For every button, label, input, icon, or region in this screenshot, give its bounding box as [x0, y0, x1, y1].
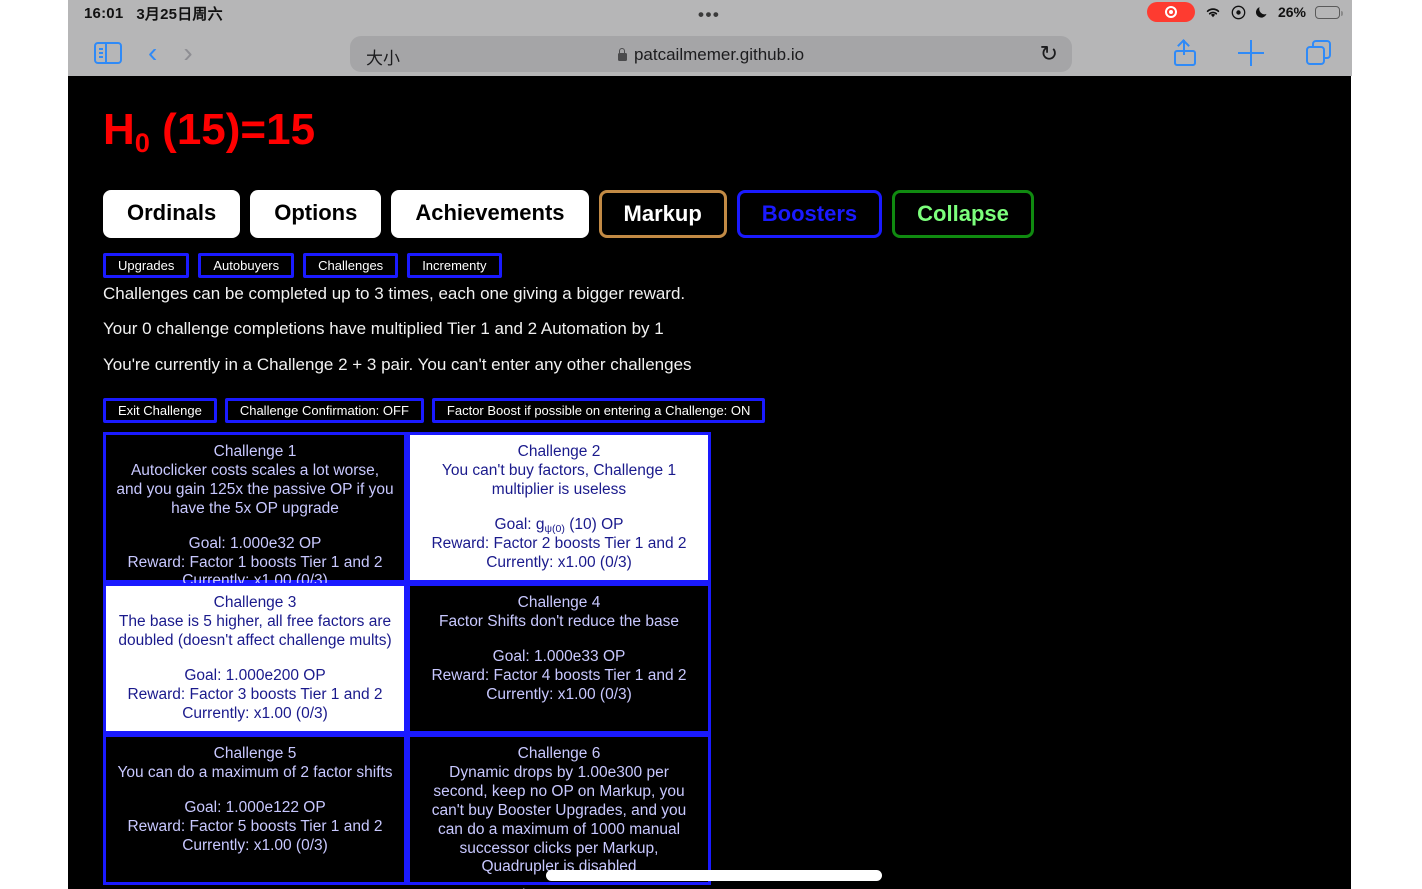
- challenge-reward: Reward: Factor 1 boosts Tier 1 and 2: [127, 553, 383, 571]
- browser-toolbar: ‹ › 大小 patcailmemer.github.io ↻: [68, 30, 1352, 76]
- challenge-card-6[interactable]: Challenge 6 Dynamic drops by 1.00e300 pe…: [407, 734, 711, 889]
- plus-icon[interactable]: [1238, 40, 1264, 66]
- challenge-reward: Reward: Factor 4 boosts Tier 1 and 2: [431, 666, 687, 684]
- battery-icon: [1315, 5, 1343, 19]
- tab-ordinals[interactable]: Ordinals: [103, 190, 241, 239]
- address-bar[interactable]: 大小 patcailmemer.github.io ↻: [350, 36, 1072, 72]
- challenge-goal-subscript: ψ(0): [544, 522, 565, 535]
- challenge-title: Challenge 1: [213, 443, 297, 460]
- subtab-challenges[interactable]: Challenges: [303, 253, 399, 278]
- tab-collapse[interactable]: Collapse: [892, 190, 1034, 239]
- challenge-title: Challenge 3: [213, 594, 297, 611]
- status-time: 16:01: [84, 5, 124, 22]
- tab-boosters[interactable]: Boosters: [736, 190, 883, 239]
- challenge-title: Challenge 2: [517, 443, 601, 460]
- challenge-description: Dynamic drops by 1.00e300 per second, ke…: [431, 763, 687, 876]
- share-icon[interactable]: [1174, 39, 1196, 66]
- challenge-description: Autoclicker costs scales a lot worse, an…: [116, 461, 394, 517]
- sidebar-toggle-icon[interactable]: [94, 42, 122, 64]
- subtab-autobuyers[interactable]: Autobuyers: [198, 253, 295, 278]
- main-tab-bar: Ordinals Options Achievements Markup Boo…: [103, 190, 1034, 239]
- challenge-description: The base is 5 higher, all free factors a…: [118, 612, 392, 649]
- challenge-card-5[interactable]: Challenge 5 You can do a maximum of 2 fa…: [103, 734, 407, 885]
- tab-options[interactable]: Options: [250, 190, 382, 239]
- multitask-dots-icon[interactable]: •••: [698, 6, 720, 23]
- screen: 16:01 3月25日周六 ••• 26% ‹ › 大小 patcailmeme…: [0, 0, 1422, 889]
- page-content: H0 (15)=15 Ordinals Options Achievements…: [68, 76, 1351, 889]
- challenge-description: Factor Shifts don't reduce the base: [439, 612, 679, 630]
- challenge-reward: Reward: Factor 2 boosts Tier 1 and 2: [431, 534, 687, 552]
- challenge-currently: Currently: x1.00 (0/3): [182, 704, 328, 722]
- challenge-goal-suffix: (10) OP: [564, 515, 624, 533]
- status-bar-right: 26%: [1146, 2, 1343, 22]
- challenge-goal: Goal: 1.000e32 OP: [188, 534, 322, 552]
- url-text: patcailmemer.github.io: [633, 45, 805, 64]
- challenge-reward: Reward: Factor 3 boosts Tier 1 and 2: [127, 685, 383, 703]
- toolbar-right-icons: [1174, 30, 1332, 76]
- challenge-controls: Exit Challenge Challenge Confirmation: O…: [103, 398, 766, 423]
- battery-percent: 26%: [1277, 4, 1306, 20]
- page-title-main: H: [103, 105, 135, 154]
- status-bar-left: 16:01 3月25日周六: [84, 3, 223, 24]
- tab-achievements[interactable]: Achievements: [391, 190, 589, 239]
- exit-challenge-button[interactable]: Exit Challenge: [103, 398, 217, 423]
- challenge-card-3[interactable]: Challenge 3 The base is 5 higher, all fr…: [103, 583, 407, 734]
- factor-boost-toggle[interactable]: Factor Boost if possible on entering a C…: [431, 398, 766, 423]
- sub-tab-bar: Upgrades Autobuyers Challenges Increment…: [103, 253, 502, 278]
- challenge-title: Challenge 6: [517, 745, 601, 762]
- wifi-icon: [1204, 5, 1222, 19]
- info-line-1: Challenges can be completed up to 3 time…: [103, 284, 686, 303]
- challenge-title: Challenge 4: [517, 594, 601, 611]
- challenge-confirmation-toggle[interactable]: Challenge Confirmation: OFF: [224, 398, 424, 423]
- challenge-description: You can't buy factors, Challenge 1 multi…: [441, 461, 677, 498]
- challenge-title: Challenge 5: [213, 745, 297, 762]
- challenge-goal: Goal: 1.000e122 OP: [184, 798, 326, 816]
- rotation-lock-icon: [1231, 5, 1246, 20]
- toolbar-left-icons: ‹ ›: [94, 30, 193, 76]
- page-title: H0 (15)=15: [103, 105, 316, 156]
- info-line-3: You're currently in a Challenge 2 + 3 pa…: [103, 355, 692, 374]
- challenge-description: You can do a maximum of 2 factor shifts: [117, 763, 393, 781]
- challenge-goal: Goal: 1.000e200 OP: [184, 666, 326, 684]
- challenge-card-2[interactable]: Challenge 2 You can't buy factors, Chall…: [407, 432, 711, 583]
- reload-icon[interactable]: ↻: [1040, 43, 1058, 65]
- info-line-2: Your 0 challenge completions have multip…: [103, 319, 664, 338]
- challenge-card-1[interactable]: Challenge 1 Autoclicker costs scales a l…: [103, 432, 407, 589]
- challenge-card-4[interactable]: Challenge 4 Factor Shifts don't reduce t…: [407, 583, 711, 734]
- do-not-disturb-moon-icon: [1255, 5, 1269, 19]
- lock-icon: [617, 47, 627, 61]
- screen-recording-indicator[interactable]: [1146, 2, 1195, 22]
- forward-icon[interactable]: ›: [183, 39, 192, 67]
- status-bar: 16:01 3月25日周六 ••• 26%: [68, 0, 1352, 30]
- back-icon[interactable]: ‹: [148, 39, 157, 67]
- url-display: patcailmemer.github.io: [350, 45, 1072, 65]
- subtab-upgrades[interactable]: Upgrades: [103, 253, 190, 278]
- tabs-icon[interactable]: [1306, 40, 1332, 66]
- challenge-goal: Goal: gψ(0) (10) OP: [420, 516, 698, 535]
- challenge-goal: Goal: 1.000e33 OP: [492, 647, 626, 665]
- challenge-currently: Currently: x1.00 (0/3): [182, 836, 328, 854]
- tab-markup[interactable]: Markup: [598, 190, 727, 239]
- challenge-reward: Reward: Factor 5 boosts Tier 1 and 2: [127, 817, 383, 835]
- subtab-incrementy[interactable]: Incrementy: [407, 253, 502, 278]
- browser-chrome: 16:01 3月25日周六 ••• 26% ‹ › 大小 patcailmeme…: [68, 0, 1352, 76]
- status-date: 3月25日周六: [136, 6, 223, 23]
- challenge-currently: Currently: x1.00 (0/3): [486, 553, 632, 571]
- challenge-goal-prefix: Goal: g: [494, 515, 545, 533]
- horizontal-scrollbar[interactable]: [546, 870, 882, 881]
- page-title-subscript: 0: [134, 126, 150, 158]
- challenge-grid: Challenge 1 Autoclicker costs scales a l…: [103, 432, 711, 889]
- challenge-currently: Currently: x1.00 (0/3): [486, 685, 632, 703]
- page-title-rest: (15)=15: [149, 105, 316, 154]
